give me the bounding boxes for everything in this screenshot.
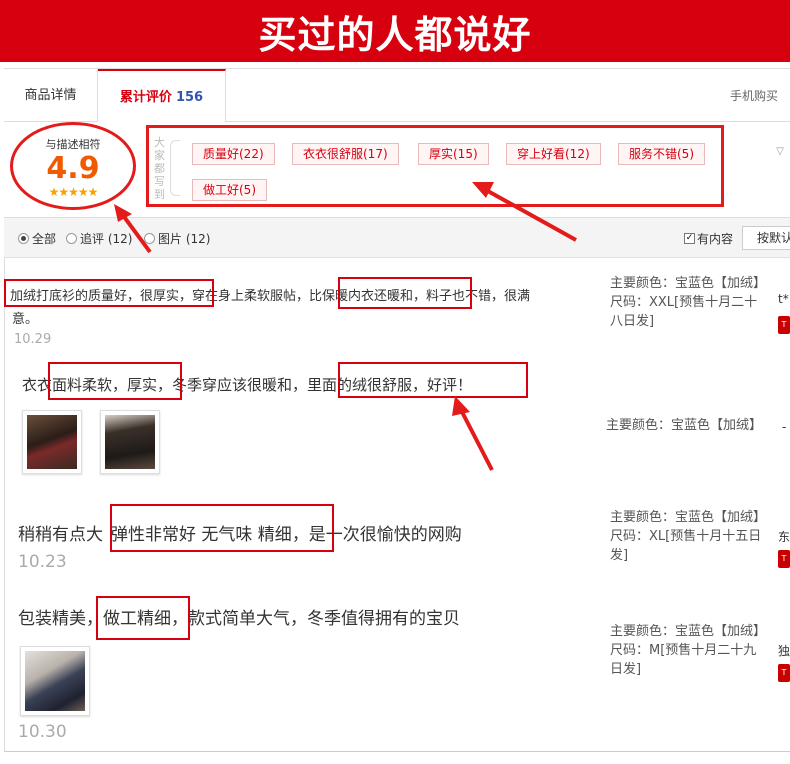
arrow-to-tags-icon: [472, 182, 577, 242]
arrow-to-score-icon: [114, 204, 152, 254]
annotation-arrows: [114, 182, 577, 471]
arrow-to-review-icon: [452, 396, 494, 471]
